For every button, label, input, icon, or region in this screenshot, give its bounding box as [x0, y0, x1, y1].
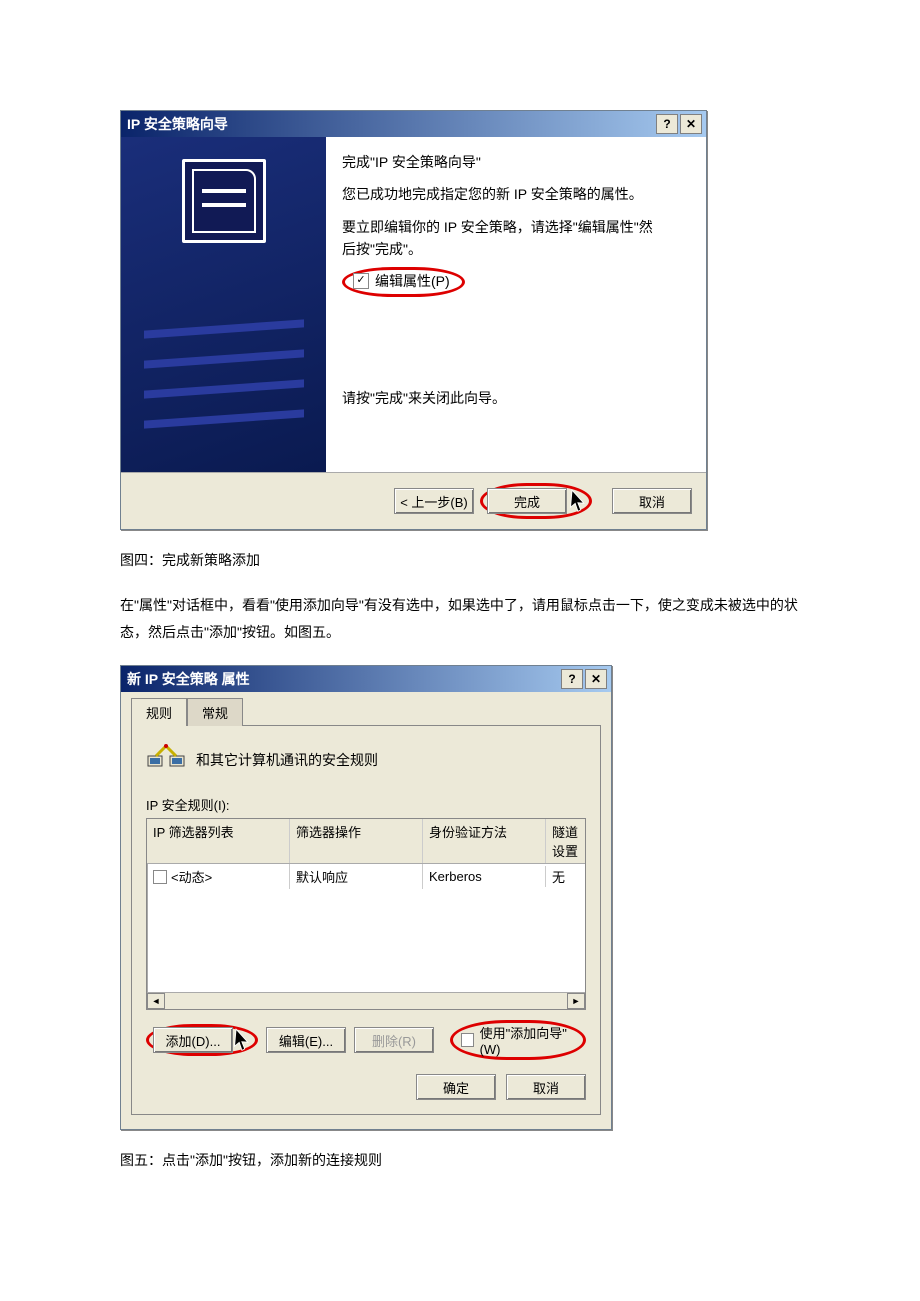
col-tunnel[interactable]: 隧道设置: [546, 819, 585, 863]
ip-policy-properties-dialog: 新 IP 安全策略 属性 ? ✕ 规则 常规: [120, 665, 612, 1130]
wizard-side-graphic: [121, 137, 326, 472]
scroll-left-icon[interactable]: ◄: [147, 993, 165, 1009]
close-button[interactable]: ✕: [680, 114, 702, 134]
row-checkbox[interactable]: [153, 870, 167, 884]
tab-rules[interactable]: 规则: [131, 698, 187, 726]
row-tunnel: 无: [546, 864, 585, 889]
instruction-paragraph: 在"属性"对话框中，看看"使用添加向导"有没有选中，如果选中了，请用鼠标点击一下…: [120, 592, 800, 645]
wizard-success-text: 您已成功地完成指定您的新 IP 安全策略的属性。: [342, 183, 688, 205]
wizard-instruction-line1: 要立即编辑你的 IP 安全策略，请选择"编辑属性"然: [342, 216, 688, 238]
figure4-caption: 图四：完成新策略添加: [120, 550, 800, 570]
ok-button[interactable]: 确定: [416, 1074, 496, 1100]
wizard-close-hint: 请按"完成"来关闭此向导。: [342, 387, 688, 409]
cursor-icon: [232, 1027, 252, 1052]
wizard-heading: 完成"IP 安全策略向导": [342, 151, 688, 173]
edit-properties-label: 编辑属性(P): [375, 270, 450, 292]
use-wizard-checkbox[interactable]: [461, 1033, 474, 1047]
row-filter: <动态>: [171, 867, 212, 886]
finish-button[interactable]: 完成: [487, 488, 567, 514]
horizontal-scrollbar[interactable]: ◄ ►: [147, 992, 585, 1009]
rules-list: IP 筛选器列表 筛选器操作 身份验证方法 隧道设置 <动态> 默认响应 Ker…: [146, 818, 586, 1010]
delete-button: 删除(R): [354, 1027, 434, 1053]
network-icon: [146, 742, 186, 777]
highlight-oval-finish: 完成: [480, 483, 592, 519]
highlight-oval-wizard: 使用"添加向导"(W): [450, 1020, 586, 1060]
edit-button[interactable]: 编辑(E)...: [266, 1027, 346, 1053]
edit-properties-checkbox[interactable]: ✓: [353, 273, 369, 289]
props-titlebar: 新 IP 安全策略 属性 ? ✕: [121, 666, 611, 692]
add-button[interactable]: 添加(D)...: [153, 1027, 233, 1053]
cancel-button[interactable]: 取消: [506, 1074, 586, 1100]
document-icon: [182, 159, 266, 243]
help-button[interactable]: ?: [561, 669, 583, 689]
wizard-title: IP 安全策略向导: [127, 114, 228, 134]
wizard-instruction-line2: 后按"完成"。: [342, 238, 688, 260]
scroll-right-icon[interactable]: ►: [567, 993, 585, 1009]
back-button[interactable]: < 上一步(B): [394, 488, 474, 514]
tab-general[interactable]: 常规: [187, 698, 243, 726]
row-action: 默认响应: [290, 864, 423, 889]
col-filter-list[interactable]: IP 筛选器列表: [147, 819, 290, 863]
highlight-oval-add: 添加(D)...: [146, 1024, 258, 1056]
cancel-button[interactable]: 取消: [612, 488, 692, 514]
list-label: IP 安全规则(I):: [146, 795, 586, 814]
cursor-icon: [568, 488, 588, 513]
row-auth: Kerberos: [423, 866, 546, 887]
table-row[interactable]: <动态> 默认响应 Kerberos 无: [147, 864, 585, 889]
use-wizard-label: 使用"添加向导"(W): [480, 1023, 575, 1057]
highlight-oval-edit: ✓ 编辑属性(P): [342, 267, 465, 297]
col-auth-method[interactable]: 身份验证方法: [423, 819, 546, 863]
ip-security-wizard-dialog: IP 安全策略向导 ? ✕ 完成"IP 安全策略向导" 您已成功地完成指定您的新…: [120, 110, 707, 530]
close-button[interactable]: ✕: [585, 669, 607, 689]
help-button[interactable]: ?: [656, 114, 678, 134]
props-title: 新 IP 安全策略 属性: [127, 669, 250, 689]
col-filter-action[interactable]: 筛选器操作: [290, 819, 423, 863]
panel-header: 和其它计算机通讯的安全规则: [196, 750, 378, 770]
wizard-titlebar: IP 安全策略向导 ? ✕: [121, 111, 706, 137]
figure5-caption: 图五：点击"添加"按钮，添加新的连接规则: [120, 1150, 800, 1170]
